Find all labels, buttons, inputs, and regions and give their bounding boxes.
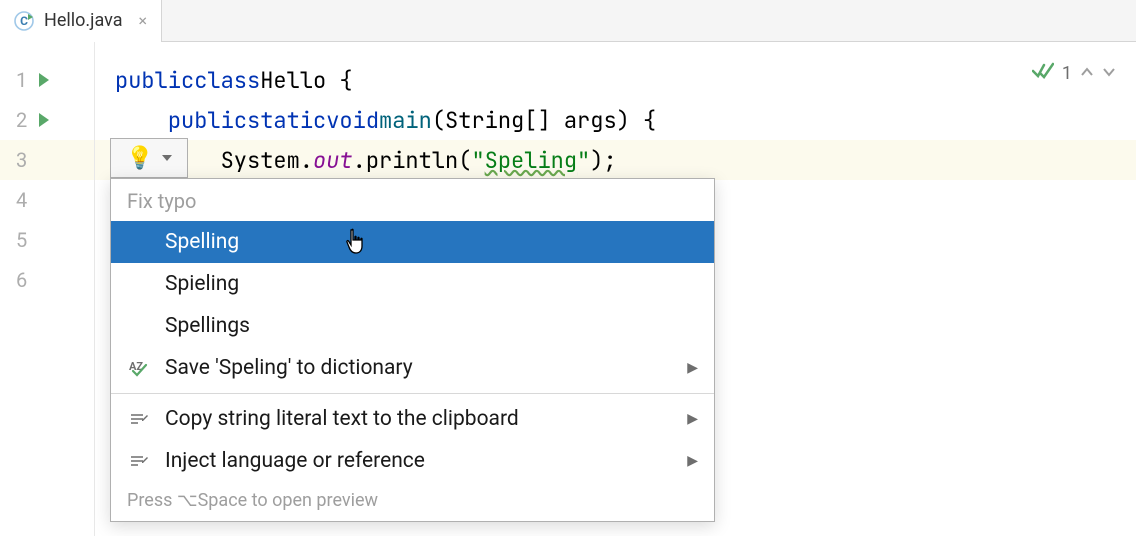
copy-string-literal[interactable]: Copy string literal text to the clipboar… <box>111 398 714 440</box>
code-line-1[interactable]: public class Hello { <box>95 60 1136 100</box>
lightbulb-icon: 💡 <box>126 146 153 171</box>
run-icon[interactable] <box>39 73 49 87</box>
inject-language[interactable]: Inject language or reference ▶ <box>111 440 714 482</box>
popup-item-label: Copy string literal text to the clipboar… <box>165 407 519 431</box>
line-number: 2 <box>16 108 27 132</box>
tab-filename: Hello.java <box>44 10 123 31</box>
gutter-line-6[interactable]: 6 <box>0 260 94 300</box>
chevron-down-icon <box>162 155 172 161</box>
line-number: 1 <box>16 68 27 92</box>
prev-highlight-icon[interactable] <box>1080 63 1094 84</box>
gutter-line-1[interactable]: 1 <box>0 60 94 100</box>
popup-item-label: Spelling <box>165 230 239 254</box>
submenu-arrow-icon: ▶ <box>687 453 698 469</box>
suggestion-spieling[interactable]: Spieling <box>111 263 714 305</box>
submenu-arrow-icon: ▶ <box>687 360 698 376</box>
popup-item-label: Save 'Speling' to dictionary <box>165 356 413 380</box>
line-number: 3 <box>16 148 27 172</box>
code-line-3[interactable]: System.out.println("Speling"); <box>95 140 1136 180</box>
save-to-dictionary[interactable]: AZ Save 'Speling' to dictionary ▶ <box>111 347 714 389</box>
submenu-arrow-icon: ▶ <box>687 411 698 427</box>
code-line-2[interactable]: public static void main(String[] args) { <box>95 100 1136 140</box>
edit-icon <box>129 410 149 428</box>
dictionary-icon: AZ <box>129 359 151 377</box>
next-highlight-icon[interactable] <box>1102 63 1116 84</box>
svg-text:C: C <box>20 14 28 28</box>
close-tab-icon[interactable]: × <box>139 11 148 30</box>
line-number: 4 <box>16 188 27 212</box>
edit-icon <box>129 452 149 470</box>
line-number: 5 <box>16 228 27 252</box>
suggestion-spellings[interactable]: Spellings <box>111 305 714 347</box>
inspection-count: 1 <box>1062 63 1072 84</box>
inspection-widget[interactable]: 1 <box>1032 62 1116 85</box>
run-icon[interactable] <box>39 113 49 127</box>
intention-bulb-button[interactable]: 💡 <box>110 138 188 178</box>
suggestion-spelling[interactable]: Spelling <box>111 221 714 263</box>
popup-item-label: Spieling <box>165 272 239 296</box>
gutter-line-5[interactable]: 5 <box>0 220 94 260</box>
tab-bar: C Hello.java × <box>0 0 1136 42</box>
popup-footer-hint: Press ⌥Space to open preview <box>111 482 714 521</box>
gutter: 1 2 3 4 5 6 <box>0 42 95 536</box>
popup-header: Fix typo <box>111 179 714 221</box>
typo-word: Speling <box>485 146 577 175</box>
popup-item-label: Spellings <box>165 314 250 338</box>
line-number: 6 <box>16 268 27 292</box>
popup-separator <box>111 393 714 394</box>
intention-popup: Fix typo Spelling Spieling Spellings AZ … <box>110 178 715 522</box>
gutter-line-4[interactable]: 4 <box>0 180 94 220</box>
java-class-icon: C <box>14 11 34 31</box>
popup-item-label: Inject language or reference <box>165 449 425 473</box>
gutter-line-2[interactable]: 2 <box>0 100 94 140</box>
file-tab[interactable]: C Hello.java × <box>0 0 162 42</box>
gutter-line-3[interactable]: 3 <box>0 140 94 180</box>
inspection-ok-icon <box>1032 62 1054 85</box>
